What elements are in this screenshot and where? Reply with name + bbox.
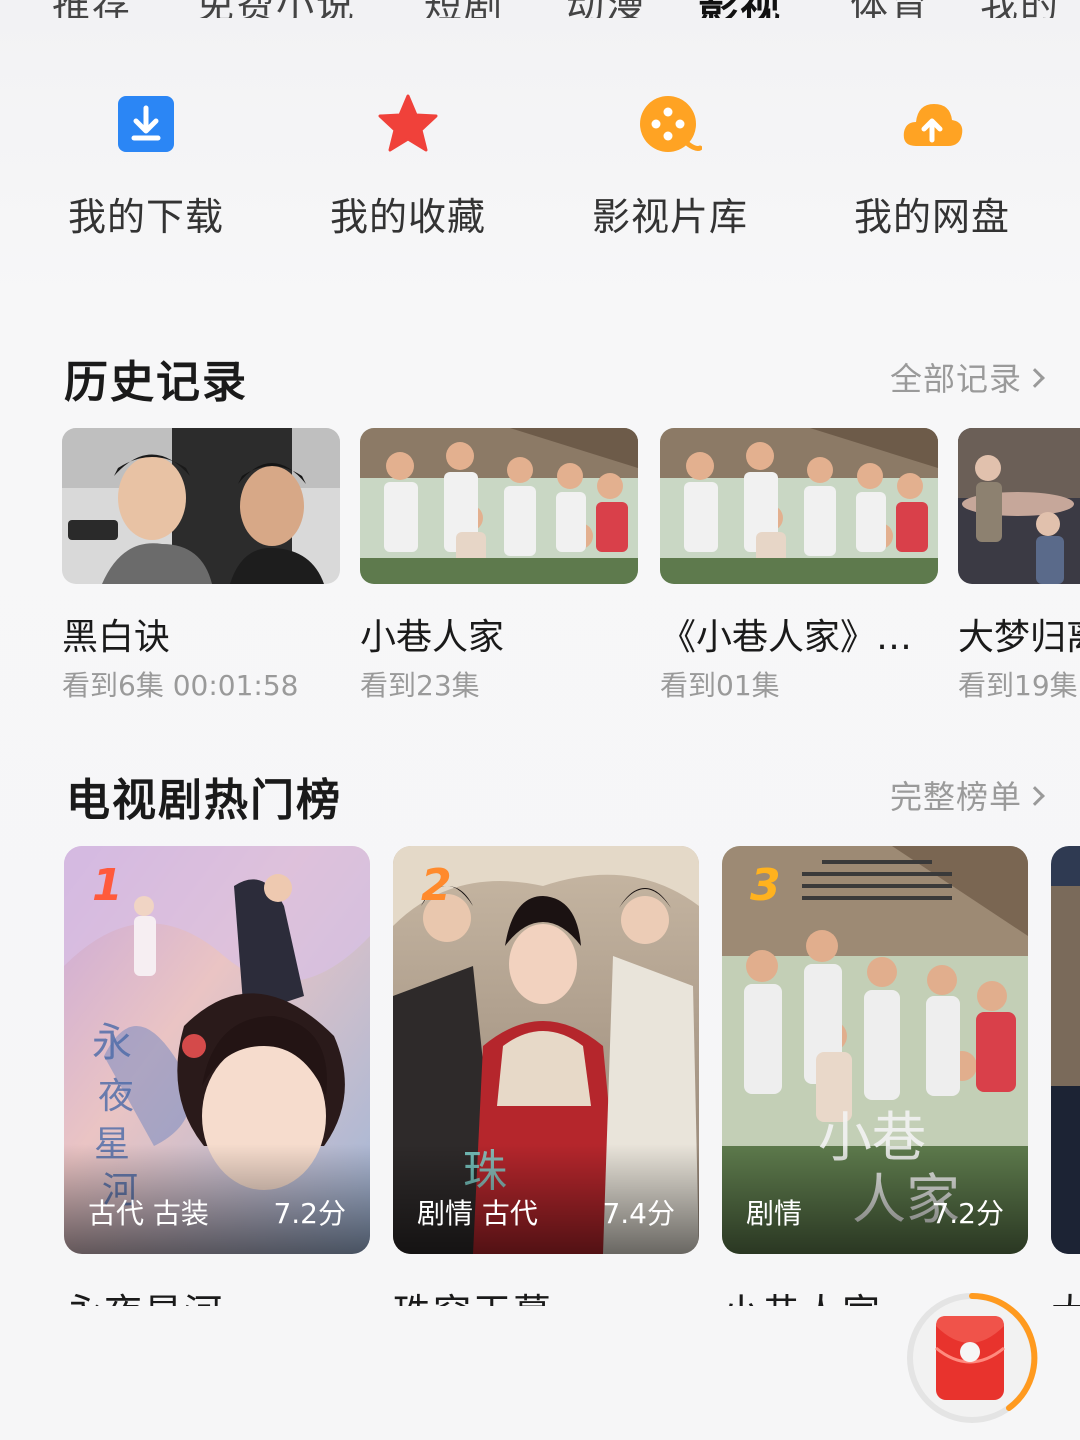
poster-tags: 剧情 古代 (417, 1197, 538, 1230)
film-reel-icon (638, 92, 703, 156)
tv-ranking-title: 电视剧热门榜 (66, 775, 342, 826)
history-item-title: 小巷人家 (360, 617, 505, 658)
ranking-item[interactable]: 大 (1051, 846, 1080, 1306)
history-thumbnail (660, 428, 938, 584)
ranking-item[interactable]: 小巷 人家 3 剧情 7.2分 小巷人家 (722, 846, 1028, 1306)
my-favorites-label: 我的收藏 (329, 195, 486, 239)
poster-score: 7.4分 (602, 1197, 675, 1230)
history-thumbnail (360, 428, 638, 584)
history-item-progress: 看到19集 (958, 669, 1078, 702)
ranking-poster: 珠 2 剧情 古代 7.4分 (393, 846, 699, 1254)
tab-mine[interactable]: 我的 (980, 0, 1060, 18)
quick-actions: 我的下载 我的收藏 影视片库 我的网盘 (0, 92, 1080, 242)
history-item-progress: 看到01集 (660, 669, 780, 702)
chevron-right-icon (1025, 368, 1045, 388)
red-packet-icon (907, 1292, 1038, 1423)
my-cloud-drive-button[interactable]: 我的网盘 (842, 92, 1022, 241)
history-thumbnail (958, 428, 1080, 584)
star-icon (376, 92, 440, 156)
ranking-item-title: 大 (1051, 1282, 1080, 1306)
history-list: 黑白诀 看到6集 00:01:58 小巷人家 看到23集 《小巷人家》… 看到0… (0, 428, 1080, 708)
my-downloads-button[interactable]: 我的下载 (56, 92, 236, 241)
history-item-title: 《小巷人家》… (660, 617, 913, 658)
tab-film-tv[interactable]: 影视 (698, 0, 782, 18)
poster-score: 7.2分 (931, 1197, 1004, 1230)
ranking-item[interactable]: 珠 2 剧情 古代 7.4分 珠帘玉幕 (393, 846, 699, 1306)
poster-tags: 古代 古装 (88, 1197, 209, 1230)
cloud-upload-icon (900, 92, 964, 156)
rank-number: 3 (750, 860, 781, 911)
ranking-item-title: 永夜星河 (64, 1282, 370, 1306)
history-item[interactable]: 大梦归离 看到19集 (958, 428, 1080, 704)
ranking-poster (1051, 846, 1080, 1254)
ranking-poster: 永 夜 星 河 1 古代 古装 7.2分 (64, 846, 370, 1254)
poster-score: 7.2分 (273, 1197, 346, 1230)
ranking-item[interactable]: 永 夜 星 河 1 古代 古装 7.2分 永夜星河 (64, 846, 370, 1306)
history-item-title: 黑白诀 (62, 617, 171, 658)
film-library-label: 影视片库 (591, 195, 748, 239)
ranking-poster: 小巷 人家 3 剧情 7.2分 (722, 846, 1028, 1254)
svg-text:夜: 夜 (98, 1076, 134, 1117)
svg-text:永: 永 (92, 1020, 132, 1066)
tab-anime[interactable]: 动漫 (566, 0, 646, 18)
top-tab-bar: 推荐 免费小说 短剧 动漫 影视 体育 我的 (0, 0, 1080, 18)
my-favorites-button[interactable]: 我的收藏 (318, 92, 498, 241)
history-item[interactable]: 黑白诀 看到6集 00:01:58 (62, 428, 340, 704)
red-packet-button[interactable] (904, 1290, 1040, 1426)
all-history-link[interactable]: 全部记录 (890, 354, 1045, 400)
history-item[interactable]: 小巷人家 看到23集 (360, 428, 638, 704)
history-item[interactable]: 《小巷人家》… 看到01集 (660, 428, 938, 704)
rank-number: 2 (421, 860, 452, 911)
my-downloads-label: 我的下载 (67, 195, 224, 239)
chevron-right-icon (1025, 786, 1045, 806)
full-ranking-link[interactable]: 完整榜单 (890, 772, 1045, 818)
history-item-progress: 看到6集 00:01:58 (62, 669, 299, 702)
history-item-title: 大梦归离 (958, 617, 1080, 658)
ranking-item-title: 珠帘玉幕 (393, 1282, 699, 1306)
tab-sports[interactable]: 体育 (850, 0, 930, 18)
my-cloud-drive-label: 我的网盘 (853, 195, 1010, 239)
ranking-list: 永 夜 星 河 1 古代 古装 7.2分 永夜星河 (0, 846, 1080, 1306)
history-thumbnail (62, 428, 340, 584)
tab-free-novels[interactable]: 免费小说 (196, 0, 356, 18)
download-icon (114, 92, 178, 156)
rank-number: 1 (92, 860, 123, 911)
poster-tags: 剧情 (746, 1197, 803, 1230)
tab-recommend[interactable]: 推荐 (52, 0, 132, 18)
tab-short-drama[interactable]: 短剧 (424, 0, 504, 18)
full-ranking-label: 完整榜单 (890, 778, 1023, 816)
film-library-button[interactable]: 影视片库 (580, 92, 760, 241)
history-item-progress: 看到23集 (360, 669, 480, 702)
history-title: 历史记录 (64, 357, 248, 408)
all-history-label: 全部记录 (890, 360, 1023, 398)
